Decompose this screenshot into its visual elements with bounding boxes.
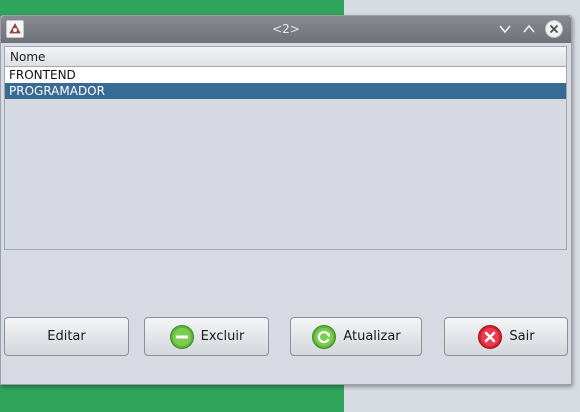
editar-label: Editar xyxy=(47,329,86,344)
minus-circle-icon xyxy=(169,324,194,349)
table-row[interactable]: FRONTEND xyxy=(5,67,566,83)
column-header-nome[interactable]: Nome xyxy=(5,47,566,67)
maximize-icon[interactable] xyxy=(519,19,539,39)
sair-button[interactable]: Sair xyxy=(444,317,568,356)
table-row-selected[interactable]: PROGRAMADOR xyxy=(5,83,566,99)
close-icon[interactable] xyxy=(544,19,564,39)
editar-button[interactable]: Editar xyxy=(4,317,129,356)
atualizar-button[interactable]: Atualizar xyxy=(290,317,422,356)
excluir-label: Excluir xyxy=(200,329,245,344)
close-circle-icon xyxy=(478,324,503,349)
window-title: <2> xyxy=(272,22,300,36)
atualizar-label: Atualizar xyxy=(343,329,401,344)
app-window: <2> Nome FRONTEND PROGRAMADOR Editar Exc… xyxy=(0,15,572,385)
sair-label: Sair xyxy=(509,329,535,344)
minimize-icon[interactable] xyxy=(495,19,515,39)
excluir-button[interactable]: Excluir xyxy=(144,317,269,356)
nome-table[interactable]: Nome FRONTEND PROGRAMADOR xyxy=(4,46,567,250)
refresh-icon xyxy=(312,324,337,349)
title-bar[interactable]: <2> xyxy=(1,16,571,43)
